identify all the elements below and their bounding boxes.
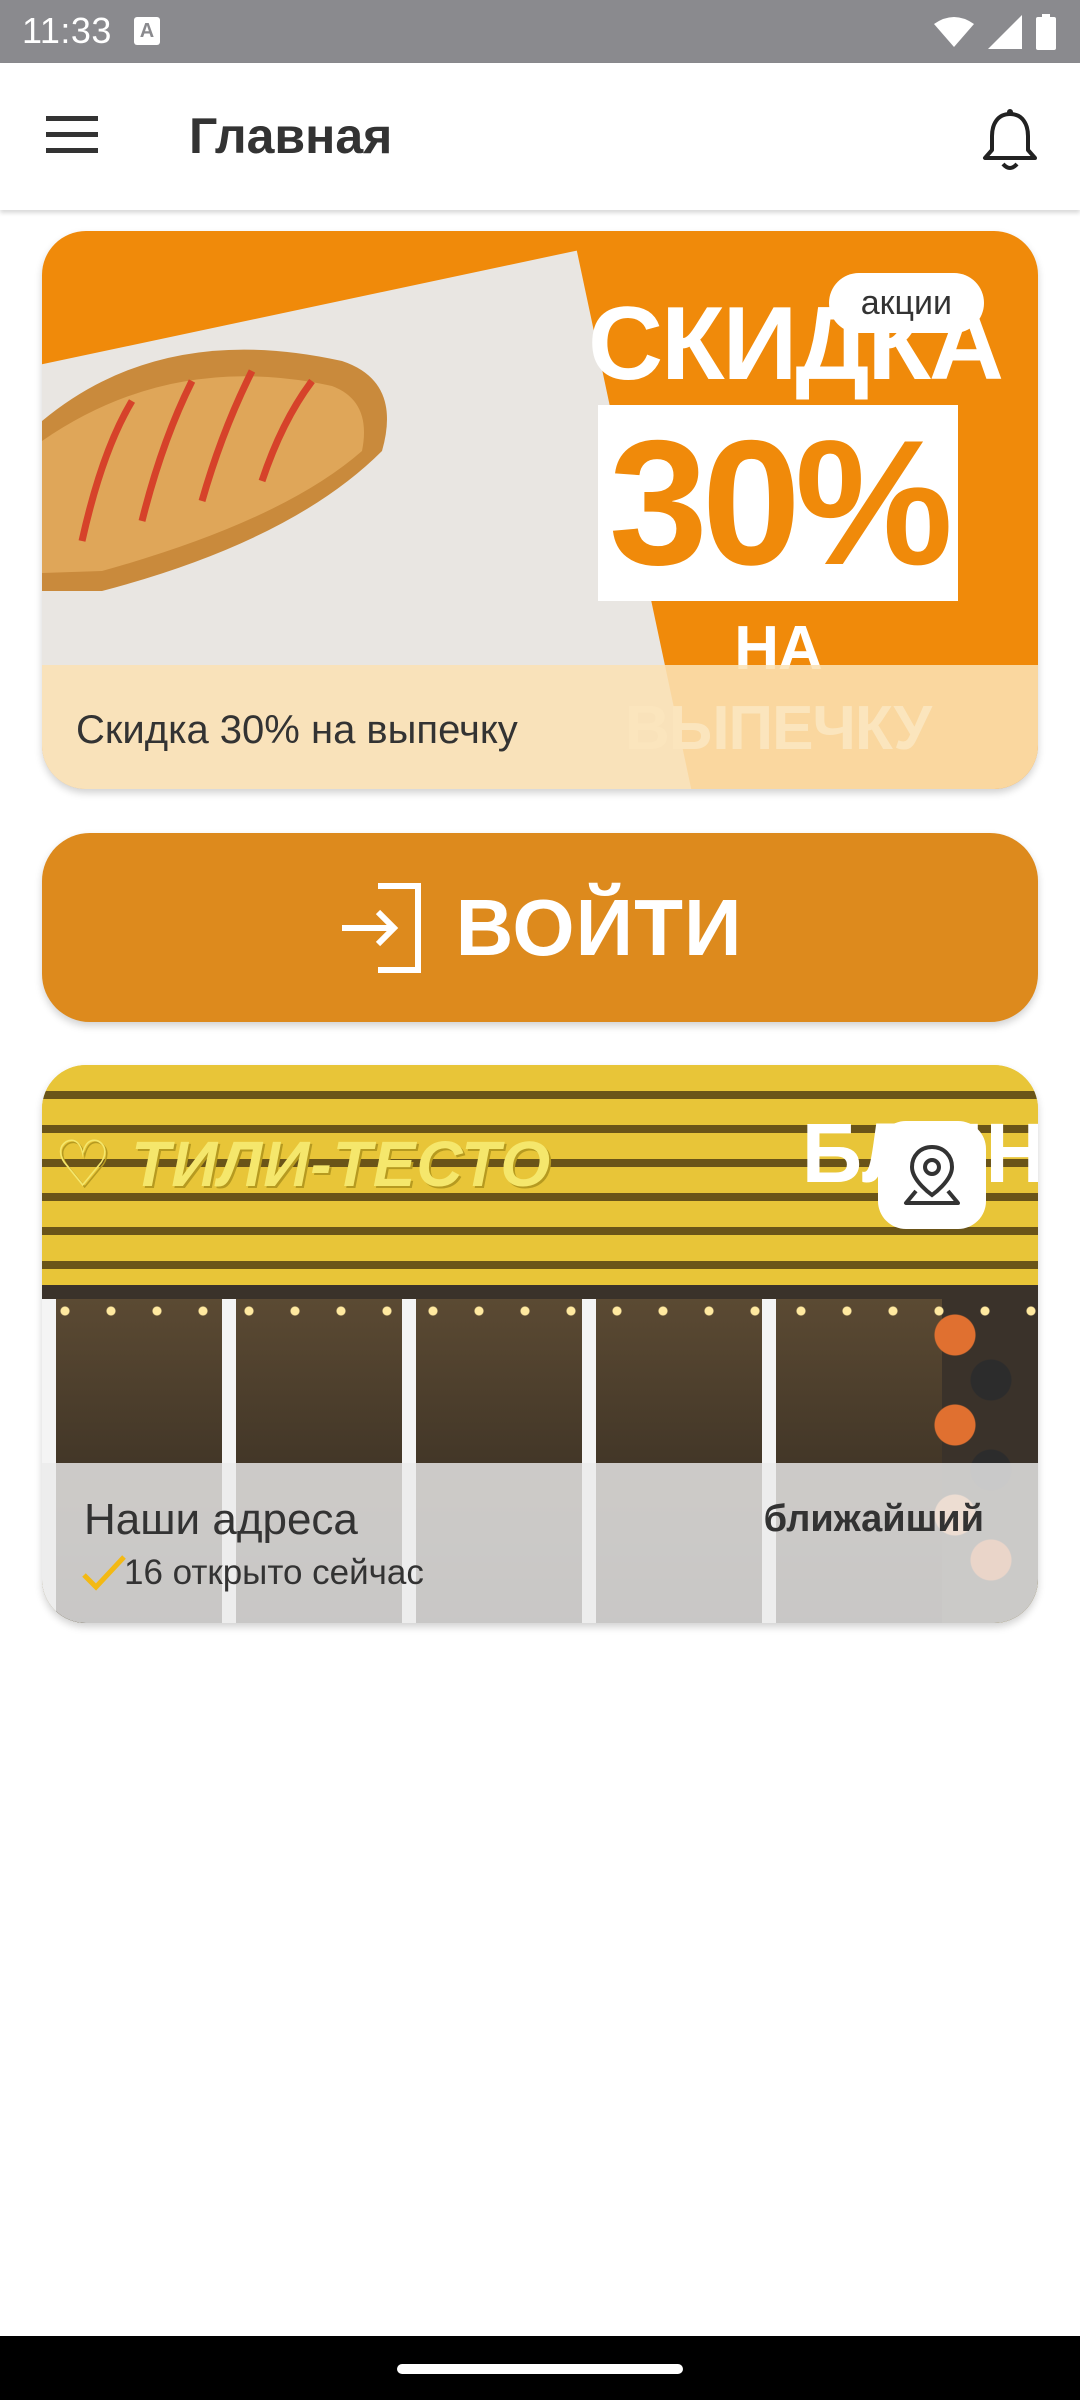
signal-icon [988, 15, 1022, 49]
page-title: Главная [189, 108, 393, 164]
status-bar: 11:33 A [0, 0, 1080, 63]
open-now-count: 16 открыто сейчас [124, 1553, 424, 1592]
map-pin-button[interactable] [878, 1121, 986, 1229]
status-time: 11:33 [22, 10, 112, 51]
menu-button[interactable] [28, 99, 116, 171]
bell-icon [983, 109, 1037, 170]
status-icons [934, 12, 1056, 52]
battery-icon [1036, 14, 1056, 50]
notifications-button[interactable] [970, 101, 1050, 181]
login-icon [341, 882, 421, 973]
login-button[interactable]: ВОЙТИ [42, 833, 1038, 1022]
nearest-link[interactable]: ближайший [764, 1498, 984, 1541]
home-handle[interactable] [397, 2364, 683, 2374]
pastry-image [42, 349, 387, 591]
menu-icon [46, 116, 98, 153]
login-label: ВОЙТИ [455, 882, 743, 972]
promo-card[interactable]: СКИДКА 30% НА ВЫПЕЧКУ акции Скидка 30% н… [42, 231, 1038, 789]
addresses-title: Наши адреса [84, 1495, 358, 1544]
check-icon [82, 1555, 126, 1591]
notification-icon: A [134, 17, 160, 45]
store-sign: ♡ ТИЛИ-ТЕСТО [54, 1128, 552, 1200]
map-pin-icon [904, 1144, 960, 1205]
promo-caption: Скидка 30% на выпечку [76, 708, 518, 752]
system-nav-bar [0, 2336, 1080, 2400]
string-lights [42, 1301, 1038, 1321]
addresses-card[interactable]: ♡ ТИЛИ-ТЕСТО БЛИН Наши адреса 16 открыто… [42, 1065, 1038, 1623]
promo-chip[interactable]: акции [828, 273, 984, 333]
app-bar: Главная [0, 63, 1080, 210]
wifi-icon [934, 17, 974, 47]
promo-percent: 30% [598, 405, 958, 601]
